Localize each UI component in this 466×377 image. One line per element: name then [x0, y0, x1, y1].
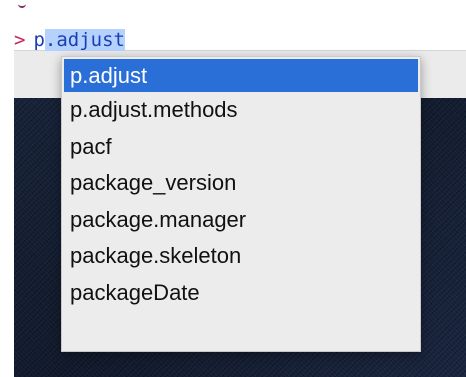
autocomplete-popup[interactable]: p.adjust p.adjust.methods pacf package_v… — [61, 56, 421, 352]
autocomplete-item-pacf[interactable]: pacf — [62, 129, 420, 166]
autocomplete-item-package-manager[interactable]: package.manager — [62, 202, 420, 239]
typed-text-selection[interactable]: .adjust — [44, 29, 125, 51]
autocomplete-item-packagedate[interactable]: packageDate — [62, 275, 420, 312]
previous-line-fragment — [18, 0, 26, 8]
autocomplete-item-p-adjust-methods[interactable]: p.adjust.methods — [62, 92, 420, 129]
prompt-caret: > — [14, 29, 26, 51]
left-margin — [0, 0, 14, 377]
autocomplete-item-p-adjust[interactable]: p.adjust — [64, 59, 418, 92]
typed-text[interactable]: p — [33, 29, 44, 51]
autocomplete-item-package-version[interactable]: package_version — [62, 165, 420, 202]
console-prompt-line[interactable]: > p .adjust — [14, 26, 125, 54]
autocomplete-item-package-skeleton[interactable]: package.skeleton — [62, 238, 420, 275]
